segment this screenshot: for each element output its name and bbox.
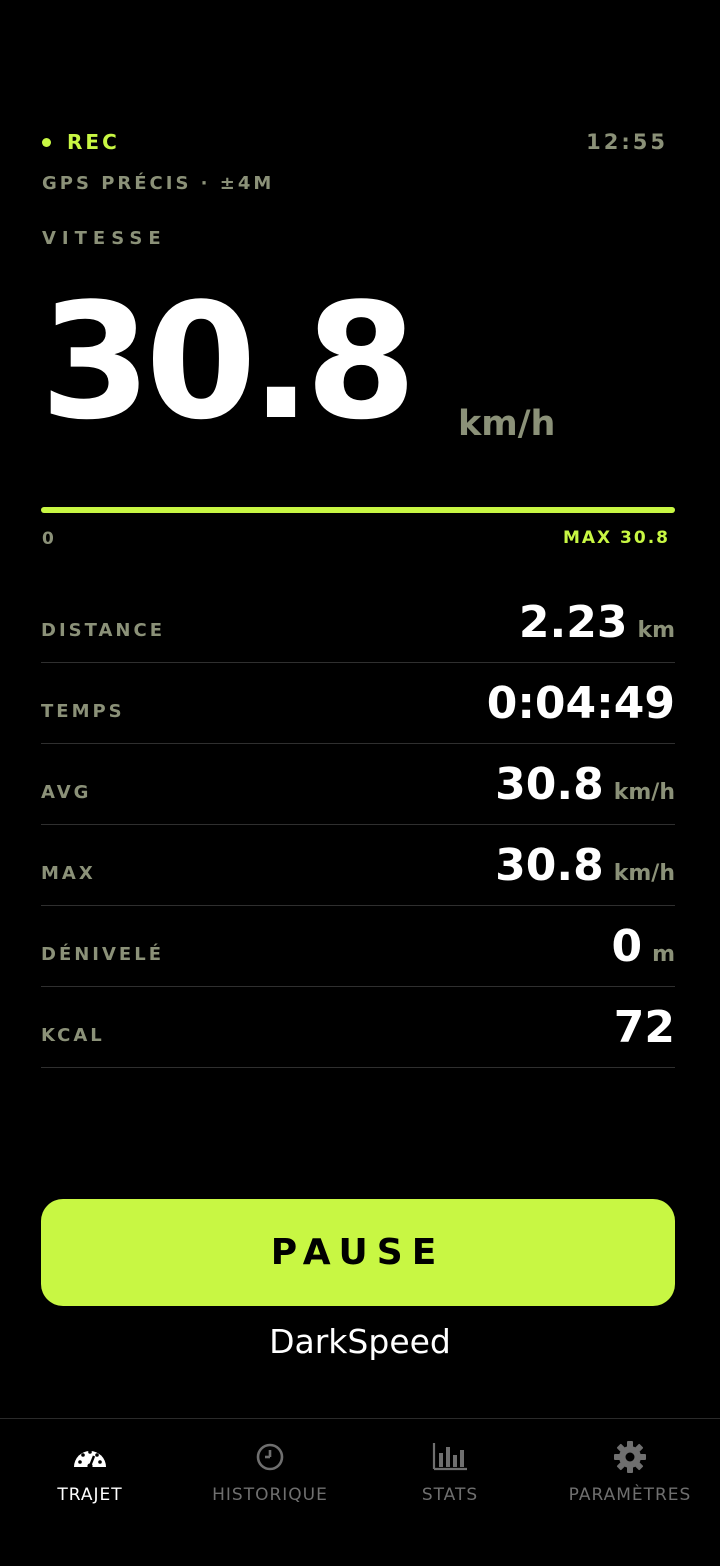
tab-stats[interactable]: STATS [360, 1419, 540, 1566]
stat-label: MAX [41, 862, 96, 884]
stat-row-distance: DISTANCE 2.23 km [41, 582, 675, 663]
gear-icon [614, 1441, 646, 1473]
stat-label: AVG [41, 781, 92, 803]
stat-unit: km/h [613, 779, 675, 805]
stat-label: TEMPS [41, 700, 125, 722]
stat-value: 0:04:49 [486, 677, 675, 729]
tab-label: PARAMÈTRES [568, 1485, 692, 1505]
tab-historique[interactable]: HISTORIQUE [180, 1419, 360, 1566]
stat-value: 2.23 [518, 596, 628, 648]
stat-unit: km [637, 617, 675, 643]
speed-min-label: 0 [42, 529, 54, 549]
speed-progress-fill [41, 507, 675, 513]
tab-parametres[interactable]: PARAMÈTRES [540, 1419, 720, 1566]
rec-label: REC [67, 130, 120, 154]
speedometer-icon [74, 1450, 106, 1469]
clock: 12:55 [586, 130, 668, 154]
brand-name: DarkSpeed [269, 1322, 451, 1361]
tab-label: HISTORIQUE [212, 1485, 328, 1505]
stat-label: DÉNIVELÉ [41, 943, 164, 965]
gps-accuracy: GPS PRÉCIS · ±4M [42, 173, 275, 194]
stat-value: 72 [613, 1001, 675, 1053]
stat-label: KCAL [41, 1024, 105, 1046]
clock-icon [256, 1443, 284, 1471]
stat-row-avg: AVG 30.8 km/h [41, 744, 675, 825]
stat-value: 0 [611, 920, 643, 972]
speed-progress-bar [41, 507, 675, 513]
stat-value: 30.8 [495, 758, 604, 810]
tab-label: STATS [421, 1485, 479, 1505]
recording-indicator: REC [42, 130, 120, 154]
pause-button[interactable]: PAUSE [41, 1199, 675, 1306]
speed-label: VITESSE [42, 228, 167, 249]
recording-dot-icon [42, 137, 51, 147]
stat-row-elevation: DÉNIVELÉ 0m [41, 906, 675, 987]
stat-label: DISTANCE [41, 619, 165, 641]
tab-trajet[interactable]: TRAJET [0, 1419, 180, 1566]
stat-value: 30.8 [495, 839, 604, 891]
stat-row-max: MAX 30.8 km/h [41, 825, 675, 906]
speed-unit: km/h [458, 404, 556, 444]
tab-bar: TRAJET HISTORIQUE STATS PARAMÈTRES [0, 1418, 720, 1566]
bar-chart-icon [432, 1443, 467, 1471]
speed-max-label: MAX 30.8 [562, 528, 670, 548]
tab-label: TRAJET [57, 1485, 123, 1505]
stat-unit: m [652, 941, 675, 967]
stat-row-kcal: KCAL 72 [41, 987, 675, 1068]
speed-value: 30.8 [40, 268, 417, 455]
stat-unit: km/h [613, 860, 675, 886]
stats-list: DISTANCE 2.23 km TEMPS 0:04:49 AVG 30.8 km… [41, 582, 675, 1068]
stat-row-time: TEMPS 0:04:49 [41, 663, 675, 744]
